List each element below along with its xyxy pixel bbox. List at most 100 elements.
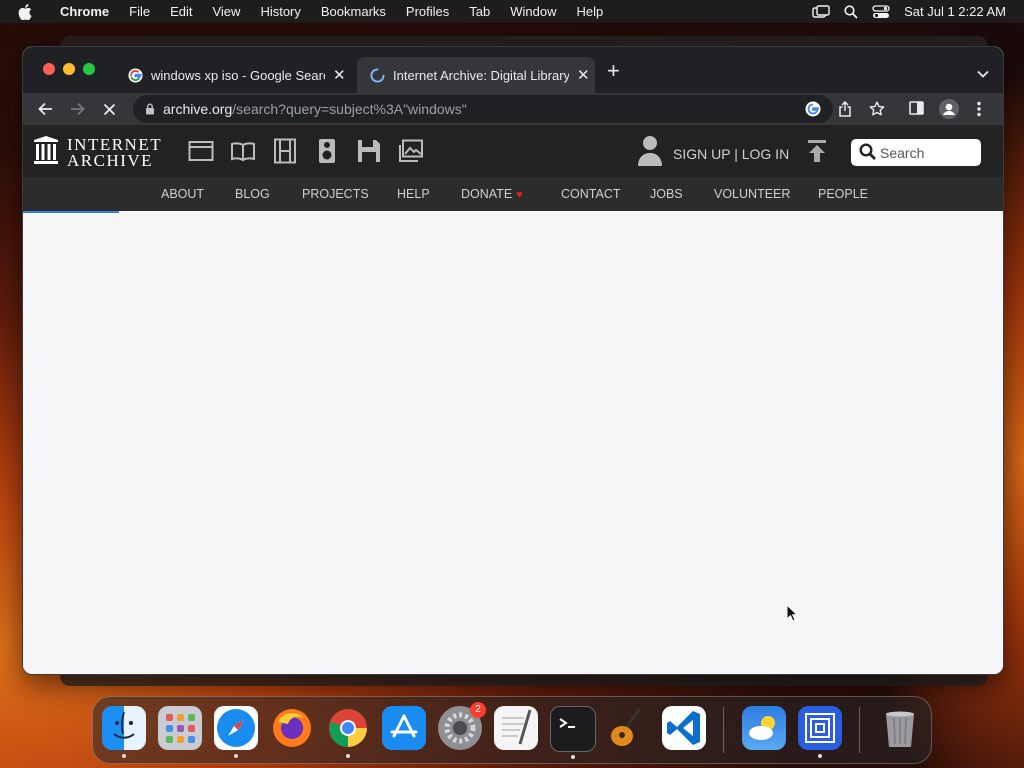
ia-search-box[interactable]: Search bbox=[851, 139, 981, 166]
audio-icon[interactable] bbox=[313, 137, 340, 164]
chrome-menu-icon[interactable] bbox=[977, 101, 981, 117]
app-store-icon[interactable] bbox=[382, 706, 426, 750]
heart-icon: ♥ bbox=[516, 189, 523, 201]
finder-icon[interactable] bbox=[102, 706, 146, 758]
close-window-button[interactable] bbox=[43, 63, 55, 75]
user-avatar-icon[interactable] bbox=[637, 135, 663, 172]
menu-file[interactable]: File bbox=[129, 4, 150, 19]
browser-toolbar: archive.org /search?query=subject%3A"win… bbox=[23, 93, 1003, 125]
media-type-icons bbox=[187, 137, 424, 164]
ia-account[interactable]: SIGN UP | LOG IN bbox=[637, 135, 789, 172]
menu-bar: Chrome File Edit View History Bookmarks … bbox=[0, 0, 1024, 23]
new-tab-button[interactable]: + bbox=[607, 60, 620, 82]
nav-donate[interactable]: DONATE ♥ bbox=[461, 187, 523, 201]
apple-menu-icon[interactable] bbox=[18, 3, 32, 20]
tab-title: Internet Archive: Digital Library bbox=[393, 67, 569, 83]
upload-icon[interactable] bbox=[807, 139, 827, 168]
screen-mirroring-icon[interactable] bbox=[812, 4, 830, 19]
texts-icon[interactable] bbox=[229, 137, 256, 164]
menu-help[interactable]: Help bbox=[577, 4, 604, 19]
nav-about[interactable]: ABOUT bbox=[161, 187, 204, 201]
control-center-icon[interactable] bbox=[872, 4, 890, 19]
fullscreen-window-button[interactable] bbox=[83, 63, 95, 75]
nav-donate-label: DONATE bbox=[461, 187, 513, 201]
menu-view[interactable]: View bbox=[212, 4, 240, 19]
running-indicator bbox=[818, 754, 822, 758]
address-bar[interactable]: archive.org /search?query=subject%3A"win… bbox=[133, 95, 833, 123]
page-content-area bbox=[23, 213, 1003, 674]
menu-profiles[interactable]: Profiles bbox=[406, 4, 449, 19]
tab-strip: windows xp iso - Google Search ✕ Interne… bbox=[23, 47, 1003, 93]
video-icon[interactable] bbox=[271, 137, 298, 164]
google-lens-icon[interactable] bbox=[805, 101, 821, 117]
nav-contact[interactable]: CONTACT bbox=[561, 187, 621, 201]
ia-temple-icon bbox=[33, 135, 59, 170]
ia-logo-text: INTERNET ARCHIVE bbox=[67, 136, 162, 170]
weather-icon[interactable] bbox=[742, 706, 786, 750]
bookmark-star-icon[interactable] bbox=[869, 101, 885, 117]
ia-nav-bar: ABOUT BLOG PROJECTS HELP DONATE ♥ CONTACT… bbox=[23, 177, 1003, 211]
chrome-icon[interactable] bbox=[326, 706, 370, 758]
menu-window[interactable]: Window bbox=[510, 4, 556, 19]
ia-search-placeholder: Search bbox=[880, 144, 925, 161]
menu-edit[interactable]: Edit bbox=[170, 4, 192, 19]
nav-jobs[interactable]: JOBS bbox=[650, 187, 683, 201]
screen-sharing-icon[interactable] bbox=[798, 706, 842, 758]
url-host: archive.org bbox=[163, 101, 233, 117]
nav-help[interactable]: HELP bbox=[397, 187, 430, 201]
nav-blog[interactable]: BLOG bbox=[235, 187, 270, 201]
menubar-clock[interactable]: Sat Jul 1 2:22 AM bbox=[904, 4, 1006, 19]
close-tab-icon[interactable]: ✕ bbox=[333, 66, 346, 84]
profile-avatar-icon[interactable] bbox=[939, 99, 959, 119]
stop-loading-icon[interactable] bbox=[101, 101, 117, 117]
nav-volunteer[interactable]: VOLUNTEER bbox=[714, 187, 790, 201]
running-indicator bbox=[571, 755, 575, 759]
back-arrow-icon[interactable] bbox=[37, 101, 53, 117]
menu-app-name[interactable]: Chrome bbox=[60, 4, 109, 19]
nav-projects[interactable]: PROJECTS bbox=[302, 187, 369, 201]
menu-tab[interactable]: Tab bbox=[469, 4, 490, 19]
ia-logo[interactable]: INTERNET ARCHIVE bbox=[33, 135, 162, 170]
close-tab-icon[interactable]: ✕ bbox=[577, 66, 590, 84]
notification-badge: 2 bbox=[470, 702, 486, 718]
dock-separator bbox=[859, 707, 860, 753]
lock-icon[interactable] bbox=[145, 103, 155, 115]
ia-logo-line2: ARCHIVE bbox=[67, 150, 154, 170]
garageband-icon[interactable] bbox=[606, 706, 650, 750]
nav-people[interactable]: PEOPLE bbox=[818, 187, 868, 201]
running-indicator bbox=[122, 754, 126, 758]
images-icon[interactable] bbox=[397, 137, 424, 164]
running-indicator bbox=[346, 754, 350, 758]
system-settings-icon[interactable]: 2 bbox=[438, 702, 486, 750]
url-path: /search?query=subject%3A"windows" bbox=[232, 101, 467, 117]
firefox-icon[interactable] bbox=[270, 706, 314, 750]
trash-icon[interactable] bbox=[878, 706, 922, 750]
tab-internet-archive[interactable]: Internet Archive: Digital Library ✕ bbox=[357, 57, 595, 93]
software-icon[interactable] bbox=[355, 137, 382, 164]
loading-spinner-icon bbox=[369, 67, 385, 83]
share-icon[interactable] bbox=[838, 101, 852, 117]
sign-up-login-link[interactable]: SIGN UP | LOG IN bbox=[673, 146, 789, 162]
google-icon bbox=[127, 67, 143, 83]
tab-google-search[interactable]: windows xp iso - Google Search ✕ bbox=[115, 57, 355, 93]
web-icon[interactable] bbox=[187, 137, 214, 164]
running-indicator bbox=[234, 754, 238, 758]
terminal-icon[interactable] bbox=[550, 706, 596, 759]
dock: 2 bbox=[92, 696, 932, 764]
minimize-window-button[interactable] bbox=[63, 63, 75, 75]
spotlight-search-icon[interactable] bbox=[844, 4, 858, 19]
tab-title: windows xp iso - Google Search bbox=[151, 67, 325, 83]
textedit-icon[interactable] bbox=[494, 706, 538, 750]
menu-history[interactable]: History bbox=[260, 4, 300, 19]
chrome-window: windows xp iso - Google Search ✕ Interne… bbox=[22, 46, 1004, 675]
forward-arrow-icon[interactable] bbox=[69, 101, 85, 117]
side-panel-icon[interactable] bbox=[909, 101, 924, 115]
mouse-pointer-icon bbox=[786, 603, 799, 627]
search-icon bbox=[851, 142, 880, 163]
launchpad-icon[interactable] bbox=[158, 706, 202, 750]
ia-header: INTERNET ARCHIVE SIGN UP | LOG IN Search bbox=[23, 125, 1003, 177]
vscode-icon[interactable] bbox=[662, 706, 706, 750]
tab-search-chevron-icon[interactable] bbox=[977, 65, 989, 83]
menu-bookmarks[interactable]: Bookmarks bbox=[321, 4, 386, 19]
safari-icon[interactable] bbox=[214, 706, 258, 758]
